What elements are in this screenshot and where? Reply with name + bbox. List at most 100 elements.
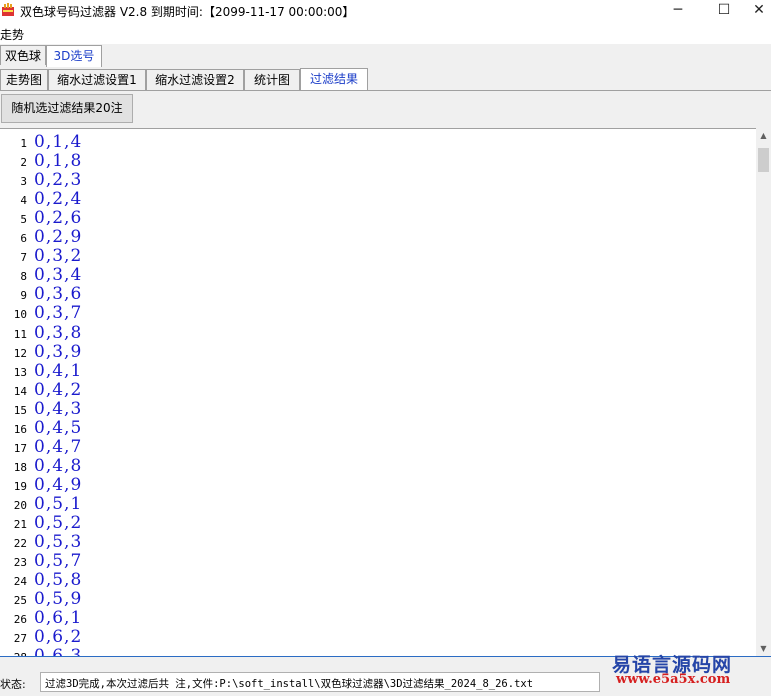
result-line: 19 0,4,9 (0, 474, 756, 495)
status-bar: 状态: 过滤3D完成,本次过滤后共 注,文件:P:\soft_install\双… (0, 654, 771, 696)
line-number: 15 (13, 403, 27, 417)
line-number: 21 (13, 518, 27, 531)
tab-filter-settings-2[interactable]: 缩水过滤设置2 (146, 69, 244, 90)
result-line: 23 0,5,7 (0, 551, 756, 572)
result-line: 25 0,5,9 (0, 589, 756, 610)
result-line: 7 0,3,2 (0, 246, 756, 267)
window-title: 双色球号码过滤器 V2.8 到期时间:【2099-11-17 00:00:00】 (20, 5, 355, 19)
result-combination: 0,4,8 (34, 455, 83, 476)
results-editor[interactable]: 1 0,1,4 2 0,1,8 3 0,2,3 4 0,2,4 5 0,2,6 6 0,2,9 7 0,3… (0, 128, 756, 657)
line-number: 14 (13, 384, 27, 398)
line-number: 26 (13, 613, 27, 627)
line-number: 23 (13, 556, 27, 570)
vertical-scrollbar[interactable]: ▲ ▼ (756, 128, 771, 656)
result-combination: 0,3,2 (34, 246, 83, 267)
line-number: 22 (13, 537, 27, 551)
line-number: 18 (13, 460, 27, 474)
tab-shuangseqiu[interactable]: 双色球 (0, 45, 46, 65)
title-bar: 双色球号码过滤器 V2.8 到期时间:【2099-11-17 00:00:00】… (0, 0, 771, 22)
result-line: 21 0,5,2 (0, 513, 756, 533)
line-number: 17 (13, 441, 27, 455)
result-line: 24 0,5,8 (0, 570, 756, 591)
scroll-up-icon[interactable]: ▲ (756, 128, 771, 143)
result-combination: 0,5,7 (34, 551, 83, 572)
result-line: 2 0,1,8 (0, 151, 756, 171)
result-combination: 0,4,3 (34, 398, 83, 419)
result-line: 16 0,4,5 (0, 417, 756, 438)
tab-3d[interactable]: 3D选号 (46, 45, 102, 67)
line-number: 4 (20, 194, 27, 208)
tab-separator (0, 90, 771, 91)
line-number: 7 (20, 251, 27, 265)
line-number: 5 (20, 213, 27, 227)
result-combination: 0,3,7 (34, 303, 83, 324)
line-number: 13 (13, 365, 27, 379)
minimize-button[interactable]: ─ (655, 0, 701, 22)
status-text: 过滤3D完成,本次过滤后共 注,文件:P:\soft_install\双色球过滤… (45, 678, 534, 690)
line-number: 6 (20, 232, 27, 246)
menu-trend[interactable]: 走势 (0, 26, 24, 43)
tab-filter-settings-1[interactable]: 缩水过滤设置1 (48, 69, 146, 90)
result-combination: 0,2,9 (34, 227, 83, 248)
line-number: 27 (13, 632, 27, 646)
sub-tab-strip: 走势图 缩水过滤设置1 缩水过滤设置2 统计图 过滤结果 (0, 67, 771, 91)
result-combination: 0,4,9 (34, 474, 83, 495)
scroll-down-icon[interactable]: ▼ (756, 641, 771, 656)
maximize-button[interactable]: ☐ (701, 0, 747, 22)
line-number: 9 (20, 289, 27, 303)
line-number: 11 (13, 327, 27, 341)
result-line: 1 0,1,4 (0, 132, 756, 152)
result-combination: 0,5,3 (34, 532, 83, 553)
result-line: 10 0,3,7 (0, 303, 756, 324)
result-line: 18 0,4,8 (0, 455, 756, 476)
line-number: 2 (20, 156, 27, 170)
result-line: 5 0,2,6 (0, 208, 756, 228)
line-number: 25 (13, 594, 27, 608)
result-line: 8 0,3,4 (0, 265, 756, 286)
top-tab-strip: 双色球 3D选号 (0, 45, 771, 67)
result-line: 3 0,2,3 (0, 170, 756, 191)
result-combination: 0,2,4 (34, 189, 83, 210)
result-combination: 0,4,5 (34, 417, 83, 438)
result-line: 4 0,2,4 (0, 189, 756, 210)
result-combination: 0,4,7 (34, 436, 83, 457)
result-line: 22 0,5,3 (0, 532, 756, 553)
status-field: 过滤3D完成,本次过滤后共 注,文件:P:\soft_install\双色球过滤… (40, 672, 600, 692)
result-combination: 0,3,6 (34, 284, 83, 305)
result-line: 17 0,4,7 (0, 436, 756, 457)
line-number: 24 (13, 575, 27, 589)
menu-bar: 走势 (0, 22, 771, 44)
result-line: 12 0,3,9 (0, 342, 756, 362)
result-combination: 0,5,9 (34, 589, 83, 610)
result-combination: 0,6,2 (34, 627, 83, 648)
result-combination: 0,4,1 (34, 360, 83, 381)
line-number: 3 (20, 175, 27, 189)
status-label: 状态: (0, 678, 26, 691)
lottery-app-icon (2, 3, 14, 16)
result-line: 9 0,3,6 (0, 284, 756, 305)
tab-statistics[interactable]: 统计图 (244, 69, 300, 90)
line-number: 10 (13, 308, 27, 322)
result-line: 26 0,6,1 (0, 608, 756, 628)
close-button[interactable]: ✕ (747, 0, 771, 22)
random-select-button[interactable]: 随机选过滤结果20注 (1, 94, 133, 123)
scroll-thumb[interactable] (758, 148, 769, 172)
line-number: 19 (13, 479, 27, 493)
result-combination: 0,3,4 (34, 265, 83, 286)
result-line: 6 0,2,9 (0, 227, 756, 248)
result-combination: 0,5,8 (34, 570, 83, 591)
result-combination: 0,5,2 (34, 513, 83, 533)
result-line: 20 0,5,1 (0, 493, 756, 514)
line-number: 20 (13, 498, 27, 512)
result-line: 14 0,4,2 (0, 380, 756, 400)
result-combination: 0,5,1 (34, 493, 83, 514)
line-number: 1 (20, 137, 27, 150)
tab-filter-results[interactable]: 过滤结果 (300, 68, 368, 90)
result-line: 15 0,4,3 (0, 398, 756, 419)
result-combination: 0,1,4 (34, 132, 83, 152)
line-number: 12 (13, 346, 27, 360)
result-combination: 0,2,3 (34, 170, 83, 191)
tab-trend-chart[interactable]: 走势图 (0, 69, 48, 90)
result-line: 13 0,4,1 (0, 360, 756, 381)
result-line: 27 0,6,2 (0, 627, 756, 648)
